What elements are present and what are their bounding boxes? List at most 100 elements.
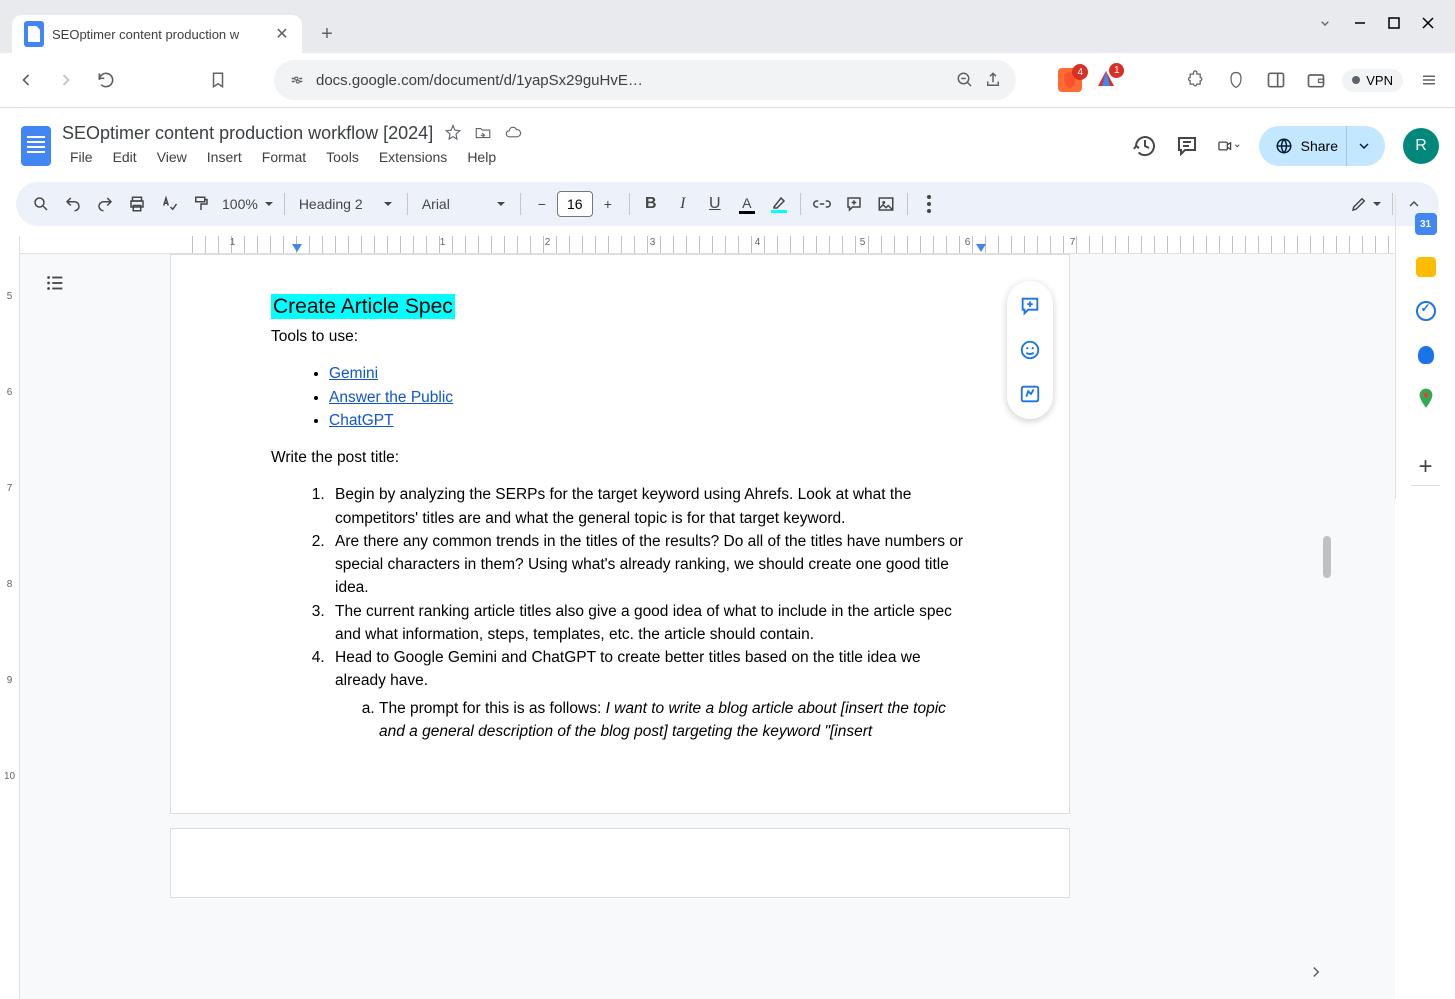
zoom-out-icon[interactable]	[956, 71, 974, 89]
tools-label[interactable]: Tools to use:	[271, 325, 969, 348]
share-button[interactable]: Share	[1259, 126, 1385, 166]
menu-extensions[interactable]: Extensions	[371, 147, 455, 171]
link-chatgpt[interactable]: ChatGPT	[329, 412, 394, 429]
fontsize-input[interactable]	[557, 191, 593, 217]
star-icon[interactable]	[443, 123, 463, 143]
tasks-icon[interactable]	[1414, 299, 1438, 323]
menu-tools[interactable]: Tools	[318, 147, 367, 171]
italic-icon[interactable]: I	[668, 189, 698, 219]
menu-help[interactable]: Help	[459, 147, 504, 171]
menu-format[interactable]: Format	[254, 147, 314, 171]
document-title[interactable]: SEOptimer content production workflow [2…	[62, 123, 433, 144]
decrease-fontsize-button[interactable]: −	[527, 189, 557, 219]
add-emoji-button[interactable]	[1015, 335, 1045, 365]
brave-rewards-icon[interactable]: 1	[1094, 68, 1118, 92]
docs-header: SEOptimer content production workflow [2…	[0, 108, 1455, 176]
browser-menu-icon[interactable]	[1415, 66, 1443, 94]
minimize-icon[interactable]	[1353, 16, 1367, 30]
history-icon[interactable]	[1133, 134, 1157, 158]
paint-format-icon[interactable]	[186, 189, 216, 219]
list-item[interactable]: Begin by analyzing the SERPs for the tar…	[329, 483, 969, 530]
brave-shields-icon[interactable]: 4	[1058, 68, 1082, 92]
font-size-control: − +	[527, 189, 623, 219]
comments-icon[interactable]	[1175, 134, 1199, 158]
add-comment-button[interactable]	[1015, 291, 1045, 321]
editing-mode-button[interactable]	[1346, 189, 1386, 219]
sidebar-toggle-icon[interactable]	[1262, 66, 1290, 94]
redo-icon[interactable]	[90, 189, 120, 219]
add-addon-icon[interactable]: +	[1414, 455, 1438, 479]
share-url-icon[interactable]	[984, 71, 1002, 89]
forward-button[interactable]	[52, 66, 80, 94]
meet-icon[interactable]	[1217, 134, 1241, 158]
maximize-icon[interactable]	[1387, 16, 1401, 30]
menu-file[interactable]: File	[62, 147, 101, 171]
list-item[interactable]: Are there any common trends in the title…	[329, 530, 969, 600]
window-controls	[1317, 0, 1455, 45]
insert-image-icon[interactable]	[871, 189, 901, 219]
highlight-color-icon[interactable]	[764, 189, 794, 219]
cloud-status-icon[interactable]	[503, 123, 523, 143]
move-folder-icon[interactable]	[473, 123, 493, 143]
menu-edit[interactable]: Edit	[105, 147, 145, 171]
keep-icon[interactable]	[1414, 255, 1438, 279]
insert-link-icon[interactable]	[807, 189, 837, 219]
text-color-icon[interactable]: A	[732, 189, 762, 219]
address-bar[interactable]: docs.google.com/document/d/1yapSx29guHvE…	[274, 60, 1016, 100]
zoom-select[interactable]: 100%	[218, 189, 278, 219]
share-dropdown[interactable]	[1346, 126, 1381, 166]
extensions-icon[interactable]	[1182, 66, 1210, 94]
steps-list: Begin by analyzing the SERPs for the tar…	[271, 483, 969, 743]
undo-icon[interactable]	[58, 189, 88, 219]
heading-create-article-spec[interactable]: Create Article Spec	[271, 294, 455, 319]
scrollbar-thumb[interactable]	[1323, 536, 1331, 578]
list-item: ChatGPT	[329, 409, 969, 432]
menu-bar: File Edit View Insert Format Tools Exten…	[62, 147, 1133, 171]
close-tab-icon[interactable]: ✕	[274, 26, 290, 42]
underline-icon[interactable]: U	[700, 189, 730, 219]
document-page[interactable]: Create Article Spec Tools to use: Gemini…	[170, 254, 1070, 814]
browser-nav-bar: docs.google.com/document/d/1yapSx29guHvE…	[0, 53, 1455, 108]
list-item[interactable]: Head to Google Gemini and ChatGPT to cre…	[329, 646, 969, 743]
document-scroll[interactable]: Create Article Spec Tools to use: Gemini…	[20, 236, 1395, 999]
wallet-icon[interactable]	[1302, 66, 1330, 94]
dropdown-icon[interactable]	[1317, 15, 1333, 31]
globe-icon	[1275, 137, 1293, 155]
browser-tab[interactable]: SEOptimer content production w ✕	[12, 15, 302, 53]
spellcheck-icon[interactable]	[154, 189, 184, 219]
link-gemini[interactable]: Gemini	[329, 365, 378, 382]
link-answer-the-public[interactable]: Answer the Public	[329, 389, 453, 406]
write-title-label[interactable]: Write the post title:	[271, 446, 969, 469]
leo-icon[interactable]	[1222, 66, 1250, 94]
list-item: Answer the Public	[329, 386, 969, 409]
docs-favicon	[24, 21, 44, 47]
list-item[interactable]: The prompt for this is as follows: I wan…	[379, 697, 969, 744]
close-window-icon[interactable]	[1421, 16, 1435, 30]
account-avatar[interactable]: R	[1403, 128, 1439, 164]
reload-button[interactable]	[92, 66, 120, 94]
site-settings-icon[interactable]	[288, 71, 306, 89]
style-select[interactable]: Heading 2	[291, 189, 401, 219]
contacts-icon[interactable]	[1414, 343, 1438, 367]
explore-icon[interactable]	[1307, 963, 1325, 981]
print-icon[interactable]	[122, 189, 152, 219]
calendar-icon[interactable]: 31	[1415, 213, 1437, 235]
add-comment-icon[interactable]	[839, 189, 869, 219]
maps-icon[interactable]	[1414, 387, 1438, 411]
increase-fontsize-button[interactable]: +	[593, 189, 623, 219]
more-options-icon[interactable]	[914, 189, 944, 219]
font-select[interactable]: Arial	[414, 189, 514, 219]
suggest-edits-button[interactable]	[1015, 379, 1045, 409]
back-button[interactable]	[12, 66, 40, 94]
vpn-button[interactable]: VPN	[1342, 69, 1403, 92]
bookmark-icon[interactable]	[204, 66, 232, 94]
docs-home-icon[interactable]	[16, 120, 56, 172]
menu-insert[interactable]: Insert	[199, 147, 250, 171]
menu-view[interactable]: View	[149, 147, 195, 171]
search-menu-icon[interactable]	[26, 189, 56, 219]
bold-icon[interactable]: B	[636, 189, 666, 219]
document-page-next[interactable]	[170, 828, 1070, 898]
new-tab-button[interactable]: +	[312, 19, 342, 49]
list-item[interactable]: The current ranking article titles also …	[329, 600, 969, 647]
url-text: docs.google.com/document/d/1yapSx29guHvE…	[316, 72, 946, 89]
